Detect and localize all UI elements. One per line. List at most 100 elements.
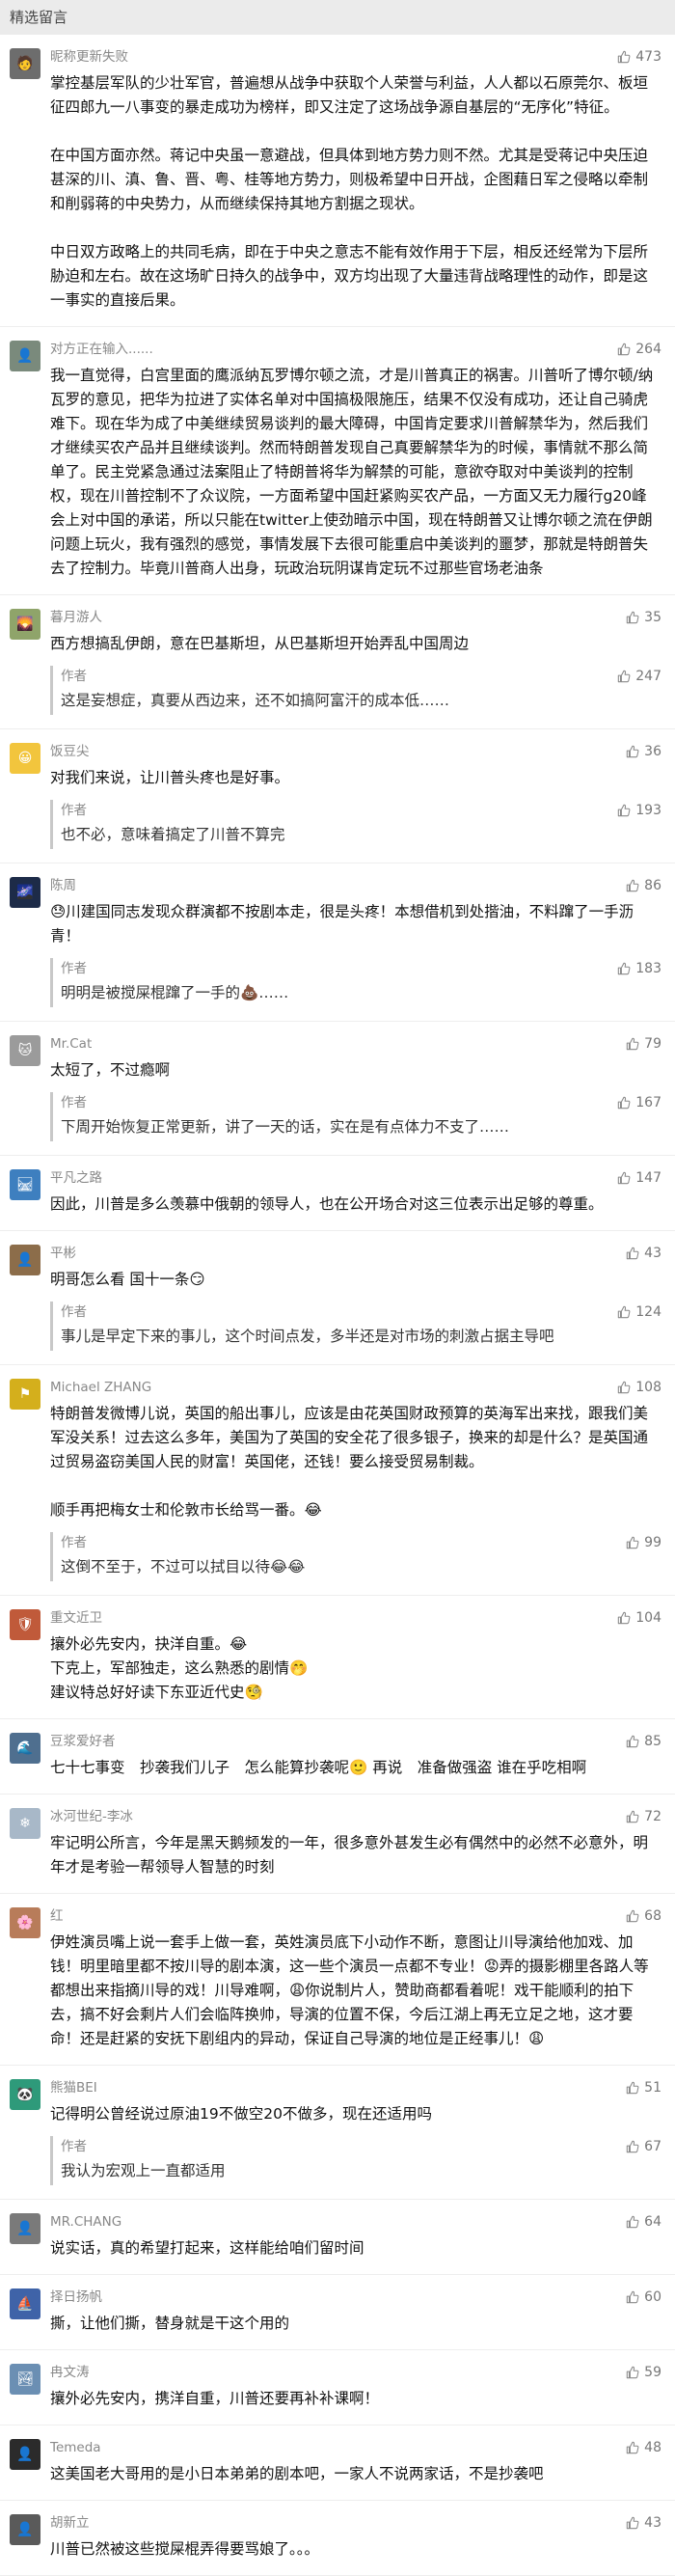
comment-text: 撕，让他们撕，替身就是干这个用的 (50, 2315, 290, 2332)
comment-text: 说实话，真的希望打起来，这样能给咱们留时间 (50, 2239, 364, 2257)
reply-like-count: 67 (644, 2139, 662, 2154)
avatar[interactable]: ⚑ (10, 1379, 40, 1410)
reply-like-button[interactable]: 193 (617, 802, 662, 819)
thumbs-up-icon (626, 2140, 639, 2153)
avatar[interactable]: 👤 (10, 2514, 40, 2545)
avatar[interactable]: ⛵ (10, 2288, 40, 2319)
avatar[interactable]: 🌊 (10, 1733, 40, 1764)
like-button[interactable]: 473 (617, 48, 662, 66)
commenter-name: Temeda (50, 2440, 101, 2455)
avatar[interactable]: ❄ (10, 1808, 40, 1839)
thumbs-up-icon (626, 1810, 639, 1823)
thumbs-up-icon (626, 2516, 639, 2530)
thumbs-up-icon (618, 343, 631, 356)
commenter-name: 胡新立 (50, 2515, 90, 2531)
like-button[interactable]: 264 (617, 341, 662, 358)
like-button[interactable]: 60 (626, 2288, 662, 2306)
author-reply: 193 作者 也不必，意味着搞定了川普不算完 (50, 800, 662, 849)
commenter-name: 熊猫BEI (50, 2080, 97, 2096)
like-count: 43 (644, 2515, 662, 2531)
reply-like-count: 99 (644, 1535, 662, 1550)
comment-item: 🌊 85 豆浆爱好者 七十七事变 抄袭我们儿子 怎么能算抄袭呢🙂 再说 准备做强盗 … (0, 1719, 675, 1795)
like-button[interactable]: 72 (626, 1808, 662, 1825)
commenter-name: 平彬 (50, 1246, 76, 1261)
comment-text: 我一直觉得，白宫里面的鹰派纳瓦罗博尔顿之流，才是川普真正的祸害。川普听了博尔顿/… (50, 367, 654, 577)
avatar[interactable]: 👤 (10, 341, 40, 371)
like-count: 86 (644, 878, 662, 893)
like-count: 60 (644, 2289, 662, 2305)
comment-item: 🏞 59 冉文涛 攘外必先安内，携洋自重，川普还要再补补课啊！ (0, 2350, 675, 2425)
avatar[interactable]: 🏞 (10, 2364, 40, 2395)
like-count: 104 (635, 1610, 662, 1626)
comment-text: 对我们来说，让川普头疼也是好事。 (50, 769, 290, 786)
like-button[interactable]: 43 (626, 2514, 662, 2532)
like-count: 72 (644, 1809, 662, 1824)
like-button[interactable]: 64 (626, 2213, 662, 2231)
reply-like-button[interactable]: 99 (626, 1534, 662, 1551)
like-button[interactable]: 104 (617, 1609, 662, 1627)
like-button[interactable]: 35 (626, 609, 662, 626)
reply-like-button[interactable]: 247 (617, 668, 662, 685)
comment-text: 川普已然被这些搅屎棍弄得要骂娘了。。。 (50, 2540, 320, 2558)
commenter-name: 饭豆尖 (50, 744, 90, 759)
avatar[interactable]: 🌌 (10, 877, 40, 908)
comment-text: 特朗普发微博儿说，英国的船出事儿，应该是由花英国财政预算的英海军出来找，跟我们美… (50, 1405, 649, 1519)
like-button[interactable]: 43 (626, 1245, 662, 1262)
like-button[interactable]: 86 (626, 877, 662, 894)
comment-text: 太短了，不过瘾啊 (50, 1061, 171, 1079)
reply-like-button[interactable]: 167 (617, 1094, 662, 1111)
avatar[interactable]: 🛤 (10, 1169, 40, 1200)
thumbs-up-icon (618, 1611, 631, 1625)
commenter-name: 红 (50, 1908, 64, 1924)
like-button[interactable]: 108 (617, 1379, 662, 1396)
like-count: 147 (635, 1170, 662, 1186)
thumbs-up-icon (626, 879, 639, 892)
comment-text: 掌控基层军队的少壮军官，普遍想从战争中获取个人荣誉与利益，人人都以石原莞尔、板垣… (50, 74, 649, 309)
avatar[interactable]: 😀 (10, 743, 40, 774)
author-reply: 167 作者 下周开始恢复正常更新，讲了一天的话，实在是有点体力不支了…… (50, 1092, 662, 1141)
section-title: 精选留言 (10, 9, 68, 26)
comment-text: 七十七事变 抄袭我们儿子 怎么能算抄袭呢🙂 再说 准备做强盗 谁在乎吃相啊 (50, 1759, 587, 1776)
comment-text: 攘外必先安内，抉洋自重。😂 下克上，军部独走，这么熟悉的剧情🤭 建议特总好好读下… (50, 1635, 309, 1701)
like-button[interactable]: 79 (626, 1035, 662, 1053)
comment-text: 攘外必先安内，携洋自重，川普还要再补补课啊！ (50, 2390, 380, 2407)
like-count: 51 (644, 2080, 662, 2096)
comment-item: 👤 43 平彬 明哥怎么看 国十一条😏 124 作者 事儿是早定下来的事儿，这个时间点发… (0, 1231, 675, 1365)
comment-item: 🐱 79 Mr.Cat 太短了，不过瘾啊 167 作者 下周开始恢复正常更新，讲了一天的… (0, 1022, 675, 1156)
avatar[interactable]: 👤 (10, 1245, 40, 1275)
like-count: 108 (635, 1380, 662, 1395)
avatar[interactable]: 👤 (10, 2439, 40, 2470)
like-button[interactable]: 68 (626, 1907, 662, 1925)
avatar[interactable]: 🛡 (10, 1609, 40, 1640)
avatar[interactable]: 🌄 (10, 609, 40, 640)
like-button[interactable]: 59 (626, 2364, 662, 2381)
avatar[interactable]: 👤 (10, 2213, 40, 2244)
reply-text: 这倒不至于，不过可以拭目以待😂😂 (61, 1558, 306, 1576)
like-button[interactable]: 85 (626, 1733, 662, 1750)
reply-text: 事儿是早定下来的事儿，这个时间点发，多半还是对市场的刺激占据主导吧 (61, 1328, 554, 1345)
commenter-name: 重文近卫 (50, 1610, 102, 1626)
avatar[interactable]: 🌸 (10, 1907, 40, 1938)
reply-like-button[interactable]: 124 (617, 1303, 662, 1321)
avatar[interactable]: 🧑 (10, 48, 40, 79)
avatar[interactable]: 🐼 (10, 2079, 40, 2110)
commenter-name: Mr.Cat (50, 1036, 93, 1052)
reply-like-button[interactable]: 67 (626, 2138, 662, 2155)
like-button[interactable]: 36 (626, 743, 662, 760)
thumbs-up-icon (626, 1037, 639, 1051)
commenter-name: 暮月游人 (50, 610, 102, 625)
reply-text: 下周开始恢复正常更新，讲了一天的话，实在是有点体力不支了…… (61, 1118, 510, 1136)
avatar[interactable]: 🐱 (10, 1035, 40, 1066)
thumbs-up-icon (618, 1381, 631, 1394)
like-button[interactable]: 48 (626, 2439, 662, 2456)
comment-item: 👤 43 胡新立川普已然被这些搅屎棍弄得要骂娘了。。。 (0, 2501, 675, 2576)
like-button[interactable]: 147 (617, 1169, 662, 1187)
reply-like-button[interactable]: 183 (617, 960, 662, 977)
commenter-name: MR.CHANG (50, 2214, 122, 2230)
like-count: 35 (644, 610, 662, 625)
commenter-name: Michael ZHANG (50, 1380, 152, 1395)
author-reply: 67 作者 我认为宏观上一直都适用 (50, 2136, 662, 2185)
comment-text: 😓川建国同志发现众群演都不按剧本走，很是头疼！本想借机到处揩油，不料蹿了一手沥青… (50, 903, 634, 945)
like-count: 473 (635, 49, 662, 65)
like-button[interactable]: 51 (626, 2079, 662, 2096)
